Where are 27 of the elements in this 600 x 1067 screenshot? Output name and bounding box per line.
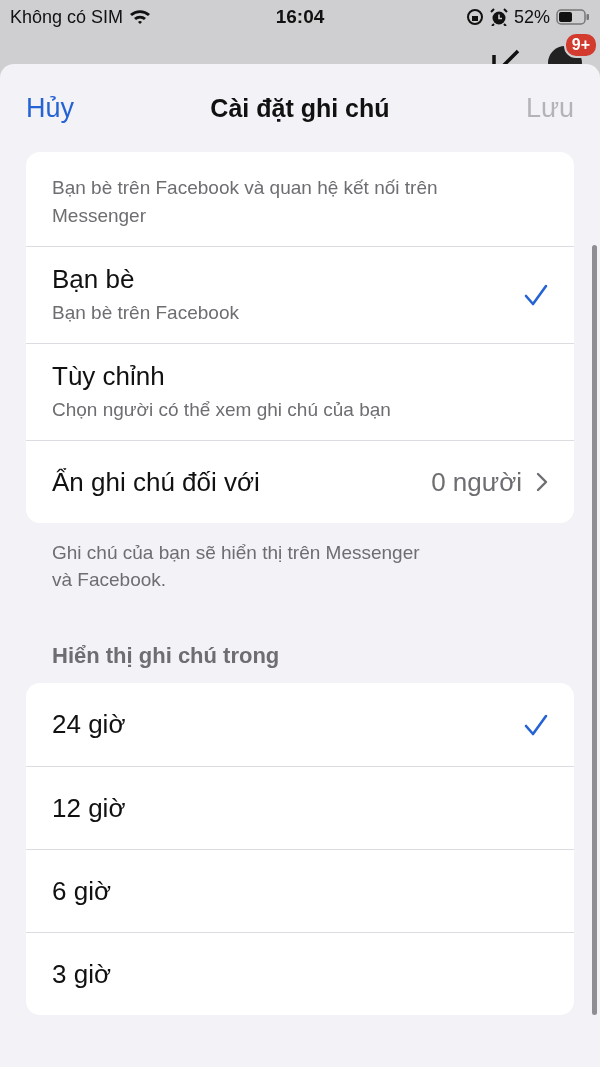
duration-option[interactable]: 12 giờ: [26, 766, 574, 849]
sheet-title: Cài đặt ghi chú: [210, 93, 390, 123]
clock-time: 16:04: [275, 6, 325, 28]
footer-note: Ghi chú của bạn sẽ hiển thị trên Messenger và Facebook.: [51, 541, 421, 592]
duration-option[interactable]: 3 giờ: [26, 932, 574, 1015]
audience-option[interactable]: Tùy chỉnh Chọn người có thể xem ghi chú của bạn: [26, 343, 574, 440]
option-label: 12 giờ: [52, 792, 127, 824]
option-subtitle: Bạn bè trên Facebook và quan hệ kết nối trên Messenger: [52, 176, 439, 228]
option-label: 6 giờ: [52, 875, 112, 907]
cancel-button[interactable]: Hủy: [26, 92, 74, 124]
option-label: 3 giờ: [52, 958, 112, 990]
duration-option[interactable]: 24 giờ: [26, 683, 574, 766]
carrier-label: Không có SIM: [10, 6, 124, 28]
section-header: Hiển thị ghi chú trong: [51, 642, 281, 670]
option-subtitle: Chọn người có thể xem ghi chú của bạn: [52, 398, 392, 422]
option-title: Tùy chỉnh: [52, 360, 166, 392]
hide-from-row[interactable]: Ẩn ghi chú đối với 0 người: [26, 440, 574, 523]
duration-option[interactable]: 6 giờ: [26, 849, 574, 932]
row-label: Ẩn ghi chú đối với: [52, 466, 261, 498]
audience-option[interactable]: Bạn bè trên Facebook và quan hệ kết nối trên Messenger: [26, 152, 574, 246]
notification-badge: 9+: [563, 32, 598, 58]
option-subtitle: Bạn bè trên Facebook: [52, 301, 240, 325]
option-label: 24 giờ: [52, 709, 127, 740]
option-title: Bạn bè: [52, 263, 136, 295]
row-value: 0 người: [431, 466, 522, 498]
battery-percent: 52%: [513, 6, 550, 28]
audience-option[interactable]: Bạn bè Bạn bè trên Facebook: [26, 246, 574, 343]
